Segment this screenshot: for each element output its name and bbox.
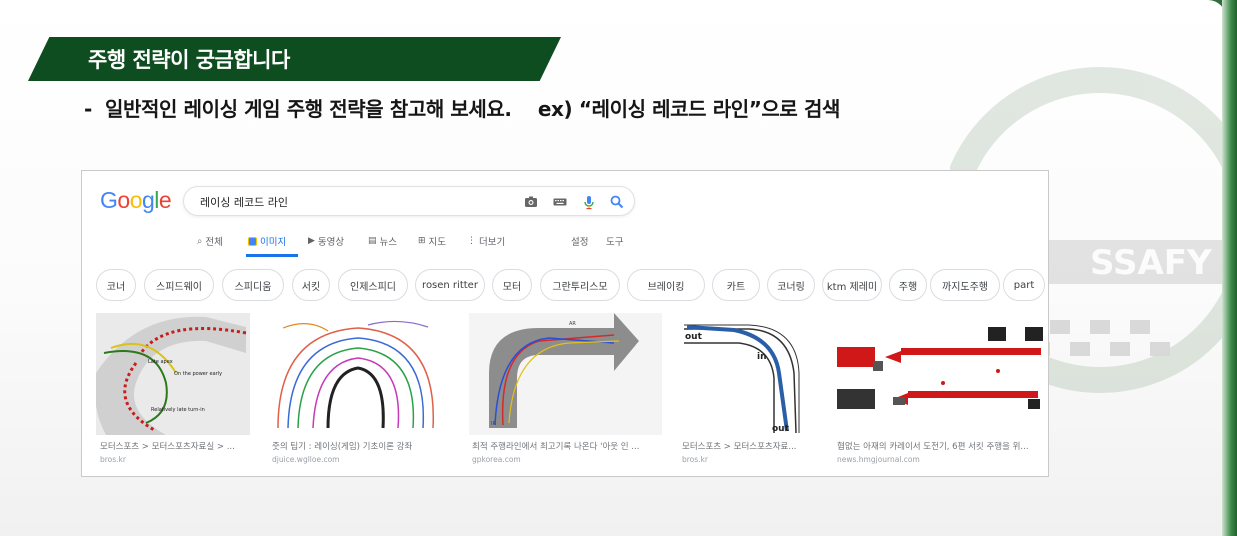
tools-link[interactable]: 도구 — [606, 231, 623, 251]
tab-more[interactable]: ⋮ 더보기 — [467, 231, 505, 251]
chip-3[interactable]: 서킷 — [292, 269, 330, 301]
tab-all[interactable]: ⌕ 전체 — [197, 231, 223, 251]
label-power: On the power early — [174, 371, 222, 377]
search-box[interactable]: 레이싱 레코드 라인 — [183, 186, 635, 216]
corner-arrow-diagram: IR AR — [489, 313, 639, 428]
label-in: in — [757, 352, 767, 362]
label-apex: Late apex — [148, 359, 173, 365]
label-brake: Relatively late turn-in — [151, 407, 205, 413]
chip-0[interactable]: 코너 — [96, 269, 136, 301]
slide-title: 주행 전략이 궁금합니다 — [88, 48, 290, 72]
result-caption[interactable]: 최적 주행라인에서 최고기록 나온다 '아웃 인 ... — [472, 440, 662, 452]
mic-icon[interactable] — [581, 194, 597, 210]
label-ir: IR — [491, 421, 496, 427]
chip-5[interactable]: rosen ritter — [415, 269, 485, 301]
slide-subtitle: - 일반적인 레이싱 게임 주행 전략을 참고해 보세요. ex) “레이싱 레… — [84, 97, 840, 121]
more-icon: ⋮ — [467, 236, 476, 246]
camera-icon[interactable] — [523, 194, 539, 210]
image-icon — [248, 236, 257, 246]
track-layout-diagram — [837, 327, 1043, 409]
label-ar: AR — [569, 321, 576, 327]
logo-letter: o — [129, 187, 143, 213]
result-caption[interactable]: 줏의 팁기 : 레이싱(게임) 기초이론 강좌 — [272, 440, 452, 452]
chip-9[interactable]: 카트 — [712, 269, 760, 301]
chip-10[interactable]: 코너링 — [767, 269, 815, 301]
logo-letter: o — [117, 187, 130, 213]
result-caption[interactable]: 모터스포츠 > 모터스포츠자료실 > ... — [100, 440, 248, 452]
logo-letter: g — [141, 187, 155, 213]
result-image-5[interactable] — [833, 313, 1045, 435]
chip-13[interactable]: 까지도주행 — [930, 269, 1000, 301]
active-tab-indicator — [246, 254, 298, 257]
google-search-screenshot: Google 레이싱 레코드 라인 ⌕ 전체 이미지 ▶ 동영상 ▤ 뉴스 ⊞ 지도 ⋮… — [81, 170, 1049, 477]
chip-12[interactable]: 주행 — [889, 269, 927, 301]
tab-images[interactable]: 이미지 — [248, 231, 286, 251]
logo-letter: G — [100, 187, 118, 213]
out-in-out-diagram: out in out — [684, 324, 800, 434]
slide: SSAFY 주행 전략이 궁금합니다 - 일반적인 레이싱 게임 주행 전략을 … — [0, 0, 1226, 536]
result-source: news.hmgjournal.com — [837, 455, 920, 464]
logo-letter: e — [158, 187, 172, 213]
news-icon: ▤ — [368, 236, 377, 246]
result-source: djuice.wglloe.com — [272, 455, 340, 464]
racing-line-diagram: Late apex On the power early Relatively … — [96, 316, 247, 435]
tab-news[interactable]: ▤ 뉴스 — [368, 231, 397, 251]
chip-4[interactable]: 인제스피디 — [338, 269, 408, 301]
slide-edge-decoration — [1222, 0, 1237, 536]
tab-maps[interactable]: ⊞ 지도 — [418, 231, 446, 251]
hand-drawn-lines — [277, 320, 435, 429]
map-icon: ⊞ — [418, 236, 426, 246]
chip-7[interactable]: 그란투리스모 — [540, 269, 620, 301]
search-input[interactable]: 레이싱 레코드 라인 — [200, 194, 288, 210]
result-image-1[interactable]: Late apex On the power early Relatively … — [96, 313, 250, 435]
result-source: bros.kr — [682, 455, 708, 464]
result-source: bros.kr — [100, 455, 126, 464]
chip-6[interactable]: 모터 — [492, 269, 532, 301]
search-icon[interactable] — [609, 194, 625, 210]
result-source: gpkorea.com — [472, 455, 521, 464]
result-caption[interactable]: 모터스포츠 > 모터스포츠자료... — [682, 440, 818, 452]
google-logo[interactable]: Google — [100, 187, 172, 214]
watermark-text: SSAFY — [1090, 243, 1212, 283]
keyboard-icon[interactable] — [552, 194, 568, 210]
chip-2[interactable]: 스피디움 — [222, 269, 284, 301]
chip-11[interactable]: ktm 제레미 — [822, 269, 882, 301]
label-out-bottom: out — [772, 424, 790, 434]
result-image-2[interactable] — [268, 313, 451, 435]
result-image-4[interactable]: out in out — [679, 313, 815, 435]
chip-1[interactable]: 스피드웨이 — [144, 269, 214, 301]
result-caption[interactable]: 혐없는 아재의 카레이서 도전기, 6편 서킷 주행을 위... — [837, 440, 1045, 452]
video-icon: ▶ — [308, 236, 315, 246]
tab-videos[interactable]: ▶ 동영상 — [308, 231, 344, 251]
chip-14[interactable]: part — [1003, 269, 1045, 301]
chip-8[interactable]: 브레이킹 — [627, 269, 705, 301]
label-out-top: out — [685, 332, 703, 342]
settings-link[interactable]: 설정 — [571, 231, 588, 251]
result-image-3[interactable]: IR AR — [469, 313, 662, 435]
